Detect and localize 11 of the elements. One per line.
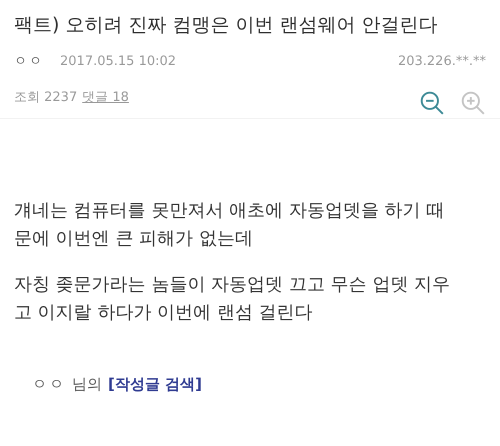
post-date: 2017.05.15 10:02	[60, 54, 176, 68]
footer-text: 님의	[72, 375, 102, 394]
author-name: ㅇㅇ	[32, 375, 66, 394]
author-name: ㅇㅇ	[14, 53, 44, 70]
view-count: 조회 2237	[14, 89, 78, 106]
search-posts-link[interactable]: [작성글 검색]	[108, 375, 202, 394]
zoom-out-icon[interactable]	[419, 90, 445, 116]
ip-address: 203.226.**.**	[398, 54, 486, 68]
post-paragraph: 자칭 좆문가라는 놈들이 자동업뎃 끄고 무슨 업뎃 지우고 이지랄 하다가 이번에 랜섬 걸린다	[14, 273, 452, 325]
post-paragraph: 걔네는 컴퓨터를 못만져서 애초에 자동업뎃을 하기 때문에 이번엔 큰 피해가 없는데	[14, 199, 446, 251]
post-title: 팩트) 오히려 진짜 컴맹은 이번 랜섬웨어 안걸린다	[14, 13, 439, 38]
